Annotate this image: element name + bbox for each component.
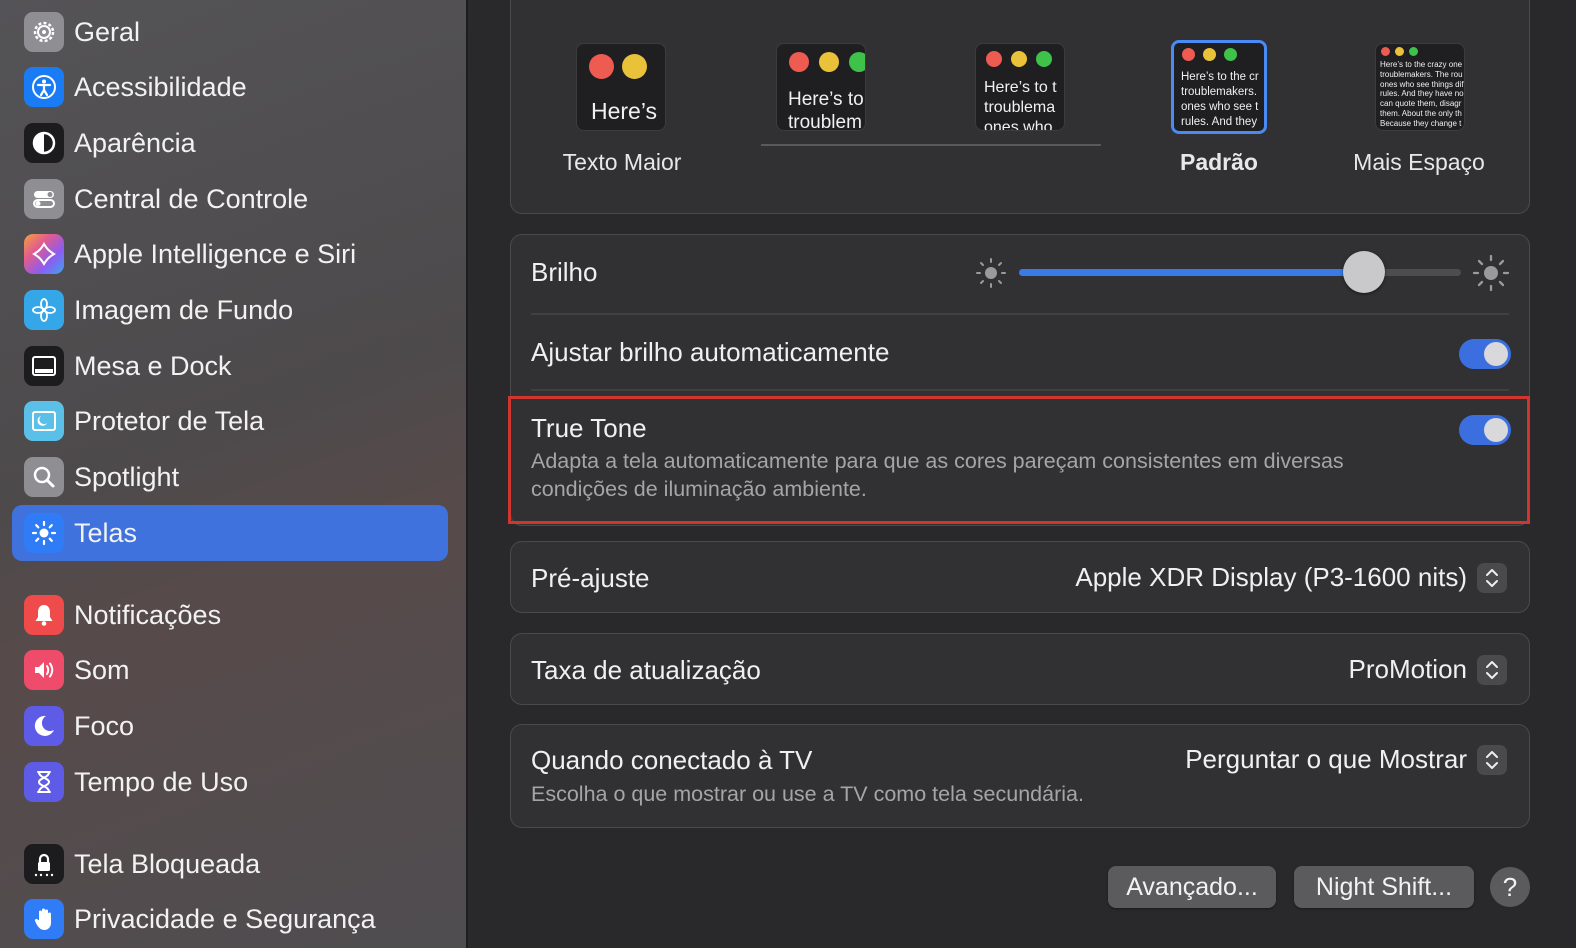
true-tone-highlight-box	[508, 396, 1530, 524]
wallpaper-icon	[24, 290, 64, 330]
chevron-up-down-icon	[1477, 562, 1507, 593]
gear-icon	[24, 12, 64, 52]
sound-icon	[24, 650, 64, 690]
lock-screen-icon	[24, 844, 64, 884]
spotlight-icon	[24, 457, 64, 497]
screen-time-icon	[24, 762, 64, 802]
preset-label: Pré-ajuste	[531, 563, 650, 593]
sidebar-item-central-de-controle[interactable]: Central de Controle	[12, 171, 448, 227]
preset-select[interactable]: Apple XDR Display (P3-1600 nits)	[1075, 562, 1507, 593]
sidebar-item-spotlight[interactable]: Spotlight	[12, 449, 448, 505]
sun-small-icon	[973, 255, 1009, 291]
resolution-preview: Here’s to troublem	[776, 43, 866, 131]
resolution-card: Here’s Texto Maior Here’s to troublem He…	[510, 0, 1530, 214]
appearance-icon	[24, 123, 64, 163]
dock-icon	[24, 346, 64, 386]
sidebar: Geral Acessibilidade Aparência Central d…	[0, 0, 468, 948]
sidebar-item-label: Tela Bloqueada	[74, 848, 261, 879]
sidebar-item-label: Telas	[74, 517, 138, 548]
sidebar-item-label: Geral	[74, 16, 141, 47]
displays-icon	[24, 513, 64, 553]
sidebar-item-label: Foco	[74, 710, 135, 741]
tv-label: Quando conectado à TV	[531, 745, 813, 775]
brightness-slider-knob[interactable]	[1343, 251, 1385, 293]
auto-brightness-toggle[interactable]	[1459, 339, 1511, 369]
sidebar-item-tempo-de-uso[interactable]: Tempo de Uso	[12, 754, 448, 810]
sidebar-item-label: Som	[74, 654, 130, 685]
sidebar-item-label: Central de Controle	[74, 183, 309, 214]
sidebar-item-aparencia[interactable]: Aparência	[12, 115, 448, 171]
chevron-up-down-icon	[1477, 654, 1507, 685]
notifications-icon	[24, 595, 64, 635]
sidebar-item-label: Acessibilidade	[74, 71, 247, 102]
control-center-icon	[24, 179, 64, 219]
refresh-rate-select[interactable]: ProMotion	[1348, 654, 1507, 685]
privacy-hand-icon	[24, 899, 64, 939]
refresh-rate-label: Taxa de atualização	[531, 655, 761, 685]
resolution-preview: Here’s to t troublema ones who	[975, 43, 1065, 131]
refresh-rate-row: Taxa de atualização ProMotion	[510, 633, 1530, 705]
sidebar-item-mesa-e-dock[interactable]: Mesa e Dock	[12, 338, 448, 394]
divider	[531, 389, 1509, 391]
resolution-preview-text: Here’s	[591, 98, 658, 124]
sidebar-item-label: Mesa e Dock	[74, 350, 232, 381]
sidebar-item-tela-bloqueada[interactable]: Tela Bloqueada	[12, 836, 448, 892]
tv-description: Escolha o que mostrar ou use a TV como t…	[531, 782, 1084, 806]
resolution-divider-line	[761, 144, 1101, 146]
sidebar-item-telas[interactable]: Telas	[12, 505, 448, 561]
brightness-slider-fill	[1019, 269, 1364, 276]
sidebar-item-label: Spotlight	[74, 461, 180, 492]
resolution-option-label: Mais Espaço	[1353, 149, 1485, 175]
sidebar-item-label: Notificações	[74, 599, 222, 630]
preset-value: Apple XDR Display (P3-1600 nits)	[1075, 562, 1467, 592]
resolution-preview-text: Here’s to troublem	[788, 89, 864, 131]
sidebar-item-protetor-de-tela[interactable]: Protetor de Tela	[12, 393, 448, 449]
resolution-preview: Here’s	[576, 43, 666, 131]
divider	[531, 313, 1509, 315]
resolution-preview-text: Here’s to the cr troublemakers. ones who…	[1181, 71, 1259, 128]
sun-large-icon	[1471, 253, 1511, 293]
refresh-rate-value: ProMotion	[1348, 654, 1468, 684]
resolution-option-label: Texto Maior	[562, 149, 682, 175]
sidebar-item-notificacoes[interactable]: Notificações	[12, 587, 448, 643]
resolution-preview-selected: Here’s to the cr troublemakers. ones who…	[1171, 40, 1267, 134]
sidebar-item-label: Imagem de Fundo	[74, 294, 294, 325]
tv-value: Perguntar o que Mostrar	[1185, 744, 1467, 774]
auto-brightness-label: Ajustar brilho automaticamente	[531, 337, 890, 367]
sidebar-item-geral[interactable]: Geral	[12, 4, 448, 60]
night-shift-button[interactable]: Night Shift...	[1294, 866, 1474, 908]
tv-row: Quando conectado à TV Escolha o que most…	[510, 724, 1530, 828]
settings-content: Here’s Texto Maior Here’s to troublem He…	[470, 0, 1576, 948]
advanced-button[interactable]: Avançado...	[1108, 866, 1276, 908]
sidebar-item-label: Aparência	[74, 127, 196, 158]
help-button[interactable]: ?	[1490, 867, 1530, 907]
sidebar-item-label: Protetor de Tela	[74, 405, 265, 436]
sidebar-item-label: Tempo de Uso	[74, 766, 249, 797]
chevron-up-down-icon	[1477, 744, 1507, 775]
brightness-slider[interactable]	[1019, 269, 1461, 276]
toggle-knob	[1484, 342, 1508, 366]
sidebar-item-som[interactable]: Som	[12, 642, 448, 698]
siri-icon	[24, 234, 64, 274]
sidebar-item-label: Privacidade e Segurança	[74, 903, 376, 934]
preset-row: Pré-ajuste Apple XDR Display (P3-1600 ni…	[510, 541, 1530, 613]
focus-icon	[24, 706, 64, 746]
sidebar-item-imagem-de-fundo[interactable]: Imagem de Fundo	[12, 282, 448, 338]
sidebar-item-foco[interactable]: Foco	[12, 698, 448, 754]
screensaver-icon	[24, 401, 64, 441]
resolution-preview-text: Here’s to t troublema ones who	[984, 79, 1057, 131]
brightness-label: Brilho	[531, 257, 598, 287]
resolution-preview: Here’s to the crazy one troublemakers. T…	[1375, 43, 1465, 131]
sidebar-item-acessibilidade[interactable]: Acessibilidade	[12, 59, 448, 115]
sidebar-item-privacidade-e-seguranca[interactable]: Privacidade e Segurança	[12, 891, 448, 947]
resolution-option-label: Padrão	[1180, 149, 1258, 175]
tv-select[interactable]: Perguntar o que Mostrar	[1185, 744, 1507, 775]
sidebar-item-label: Apple Intelligence e Siri	[74, 238, 357, 269]
sidebar-item-apple-intelligence-siri[interactable]: Apple Intelligence e Siri	[12, 226, 448, 282]
resolution-preview-text: Here’s to the crazy one troublemakers. T…	[1380, 60, 1464, 128]
accessibility-icon	[24, 67, 64, 107]
